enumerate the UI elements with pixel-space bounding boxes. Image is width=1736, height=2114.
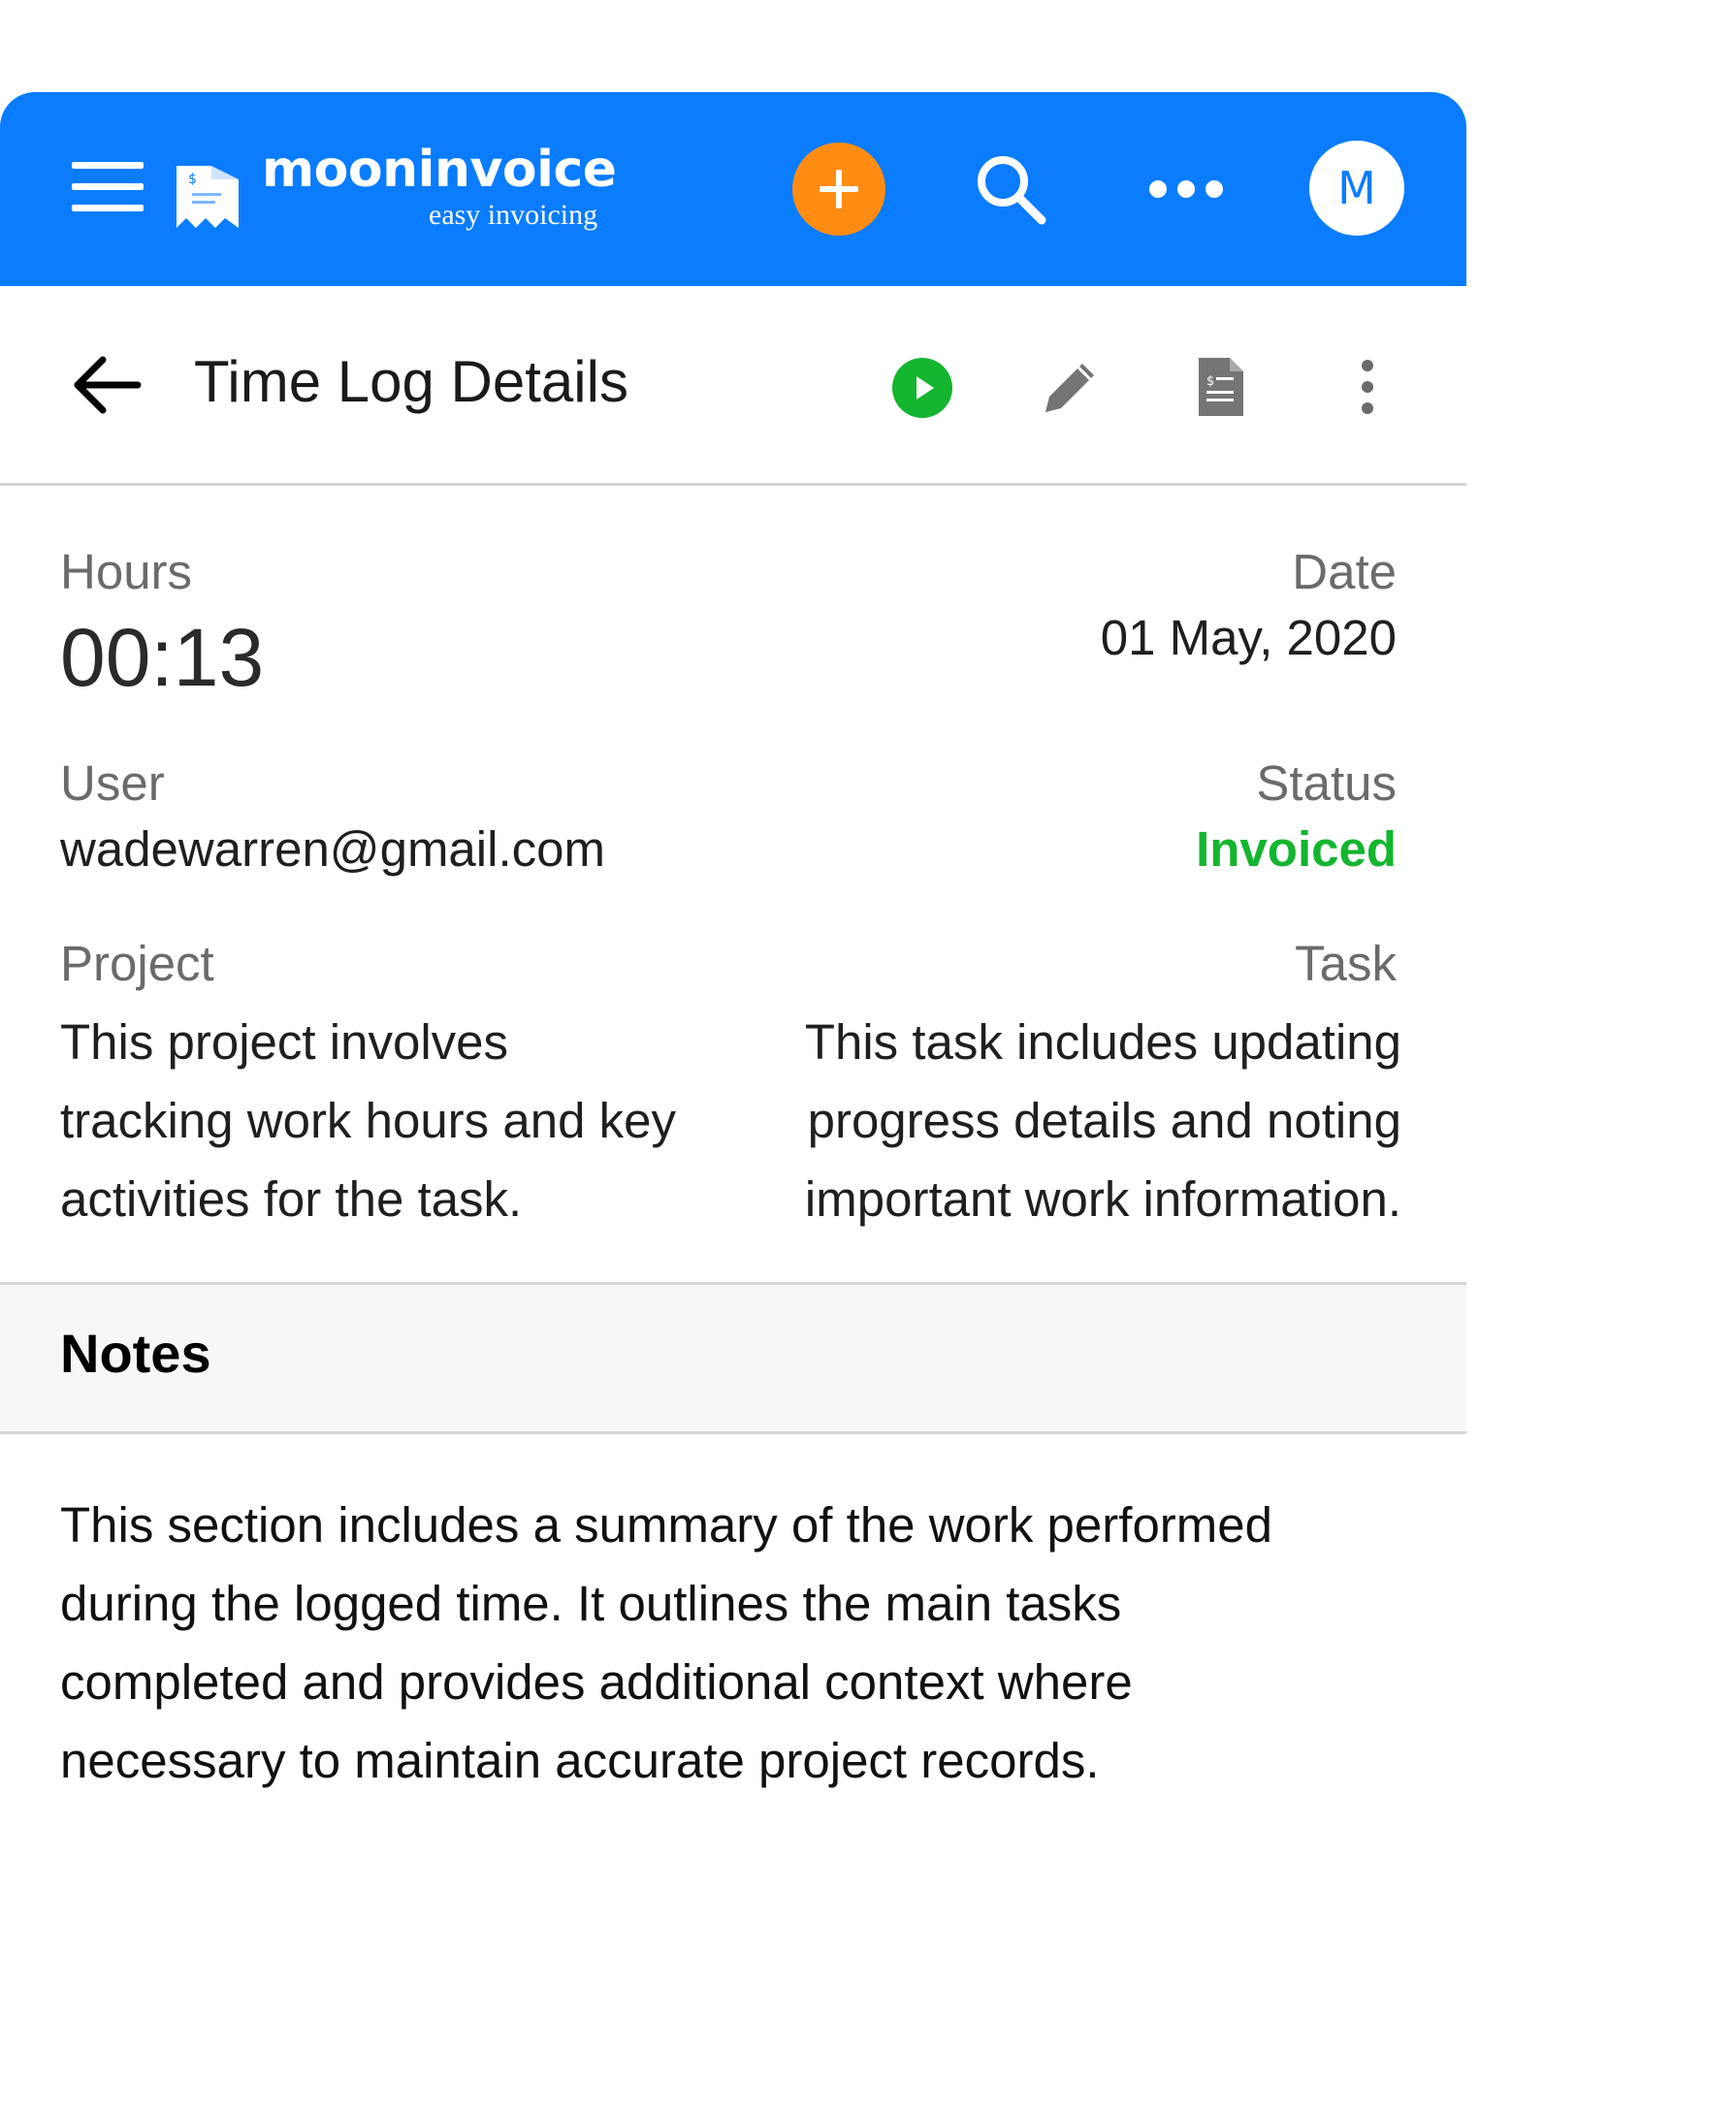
logo-icon: $ [177, 166, 239, 228]
avatar[interactable]: M [1309, 141, 1404, 236]
document-icon[interactable]: $ [1195, 356, 1245, 418]
svg-text:$: $ [1206, 374, 1214, 389]
notes-body: This section includes a summary of the w… [60, 1486, 1418, 1800]
search-icon[interactable] [972, 150, 1051, 230]
project-label: Project [60, 936, 214, 991]
page-title: Time Log Details [194, 349, 628, 414]
project-description: This project involves tracking work hour… [60, 1003, 676, 1238]
brand-name: mooninvoice [262, 141, 617, 199]
project-line: activities for the task. [60, 1171, 523, 1227]
notes-line: This section includes a summary of the w… [60, 1497, 1272, 1553]
edit-icon[interactable] [1040, 356, 1102, 418]
task-description: This task includes updating progress det… [805, 1003, 1401, 1238]
detail-toolbar: Time Log Details $ [0, 286, 1466, 486]
notes-section-header: Notes [0, 1282, 1466, 1434]
notes-line: necessary to maintain accurate project r… [60, 1733, 1100, 1788]
task-label: Task [1295, 936, 1397, 991]
notes-title: Notes [60, 1323, 211, 1384]
add-button[interactable] [792, 143, 885, 236]
more-horizontal-icon[interactable] [1144, 170, 1228, 208]
status-badge: Invoiced [1196, 821, 1397, 877]
user-value: wadewarren@gmail.com [60, 821, 605, 877]
play-icon[interactable] [892, 358, 952, 418]
app-bar: $ mooninvoice easy invoicing M [0, 92, 1466, 286]
hamburger-menu-icon[interactable] [72, 162, 144, 212]
hours-value: 00:13 [60, 612, 265, 703]
back-arrow-icon[interactable] [72, 356, 142, 414]
time-log-details-screen: $ mooninvoice easy invoicing M Time Log … [0, 0, 1736, 2114]
svg-text:$: $ [188, 172, 197, 187]
task-line: progress details and noting [807, 1093, 1401, 1148]
date-label: Date [1292, 544, 1397, 599]
hours-label: Hours [60, 544, 193, 599]
task-line: important work information. [804, 1171, 1401, 1227]
more-vert-icon[interactable] [1354, 356, 1381, 418]
date-value: 01 May, 2020 [1100, 610, 1397, 665]
project-line: tracking work hours and key [60, 1093, 676, 1148]
task-line: This task includes updating [804, 1014, 1401, 1070]
status-label: Status [1256, 755, 1397, 811]
notes-line: completed and provides additional contex… [60, 1654, 1133, 1710]
user-label: User [60, 755, 165, 811]
project-line: This project involves [60, 1014, 509, 1070]
brand-tagline: easy invoicing [429, 199, 598, 231]
notes-line: during the logged time. It outlines the … [60, 1576, 1122, 1631]
